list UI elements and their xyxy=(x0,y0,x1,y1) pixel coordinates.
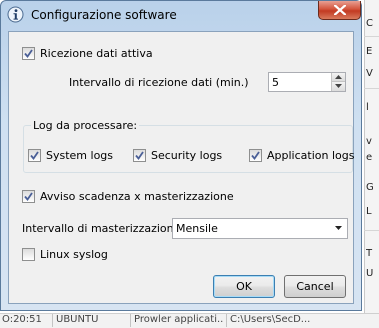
logs-group-title: Log da processare: xyxy=(31,119,140,132)
archiving-warning-checkbox[interactable] xyxy=(22,190,35,203)
background-row-divider xyxy=(364,230,379,231)
check-mark-icon xyxy=(135,151,144,160)
check-mark-icon xyxy=(251,151,260,160)
increment-button[interactable] xyxy=(331,73,345,82)
background-cell: U xyxy=(366,268,374,279)
background-cell: C xyxy=(366,18,373,29)
background-cell: v xyxy=(366,136,372,147)
archiving-interval-label: Intervallo di masterizzazione xyxy=(22,222,181,235)
decrement-button[interactable] xyxy=(331,82,345,91)
security-logs-label: Security logs xyxy=(151,149,223,162)
check-mark-icon xyxy=(30,151,39,160)
arrow-up-icon xyxy=(335,75,342,79)
background-row-divider xyxy=(364,88,379,89)
reception-enabled-checkbox[interactable] xyxy=(22,47,35,60)
title-bar[interactable]: Configurazione software xyxy=(1,1,361,31)
background-row-divider xyxy=(364,36,379,37)
close-button[interactable] xyxy=(318,1,361,20)
chevron-down-icon xyxy=(335,226,342,230)
background-cell: E xyxy=(366,46,373,57)
close-icon xyxy=(334,5,346,15)
background-cell: L xyxy=(366,206,372,217)
background-cell: e xyxy=(366,152,373,163)
background-cell: T xyxy=(366,248,373,259)
security-logs-checkbox[interactable] xyxy=(133,149,146,162)
background-bottom-divider xyxy=(226,314,227,327)
reception-interval-stepper[interactable]: 5 xyxy=(268,72,346,92)
check-mark-icon xyxy=(24,192,33,201)
system-logs-label: System logs xyxy=(46,149,114,162)
background-cell: V xyxy=(366,68,373,79)
background-cell: l xyxy=(366,102,369,113)
background-bottom-divider xyxy=(52,314,53,327)
background-bottom-cell: UBUNTU xyxy=(56,314,99,325)
background-cell: G xyxy=(366,182,374,193)
reception-interval-label: Intervallo di ricezione dati (min.) xyxy=(69,76,249,89)
background-bottom-cell: O:20:51 xyxy=(2,314,42,325)
archiving-interval-select[interactable]: Mensile xyxy=(172,218,348,239)
settings-dialog: Configurazione software Ricezione dati a… xyxy=(0,0,362,311)
application-logs-checkbox[interactable] xyxy=(249,149,262,162)
system-logs-checkbox[interactable] xyxy=(28,149,41,162)
ok-button[interactable]: OK xyxy=(213,275,275,298)
window-title: Configurazione software xyxy=(31,8,177,22)
reception-interval-value[interactable]: 5 xyxy=(272,76,279,89)
background-bottom-cell: C:\Users\SecD... xyxy=(230,314,311,325)
arrow-down-icon xyxy=(335,84,342,88)
application-logs-label: Application logs xyxy=(267,149,355,162)
archiving-warning-label: Avviso scadenza x masterizzazione xyxy=(40,190,234,203)
app-info-icon xyxy=(7,6,24,23)
archiving-interval-value: Mensile xyxy=(176,222,218,235)
linux-syslog-label: Linux syslog xyxy=(40,248,108,261)
background-bottom-divider xyxy=(130,314,131,327)
check-mark-icon xyxy=(24,49,33,58)
linux-syslog-checkbox[interactable] xyxy=(22,248,35,261)
cancel-button[interactable]: Cancel xyxy=(284,275,346,298)
dialog-content: Ricezione dati attiva Intervallo di rice… xyxy=(8,31,354,304)
background-bottom-cell: Prowler applicati... xyxy=(134,314,224,325)
reception-enabled-label: Ricezione dati attiva xyxy=(40,47,153,60)
